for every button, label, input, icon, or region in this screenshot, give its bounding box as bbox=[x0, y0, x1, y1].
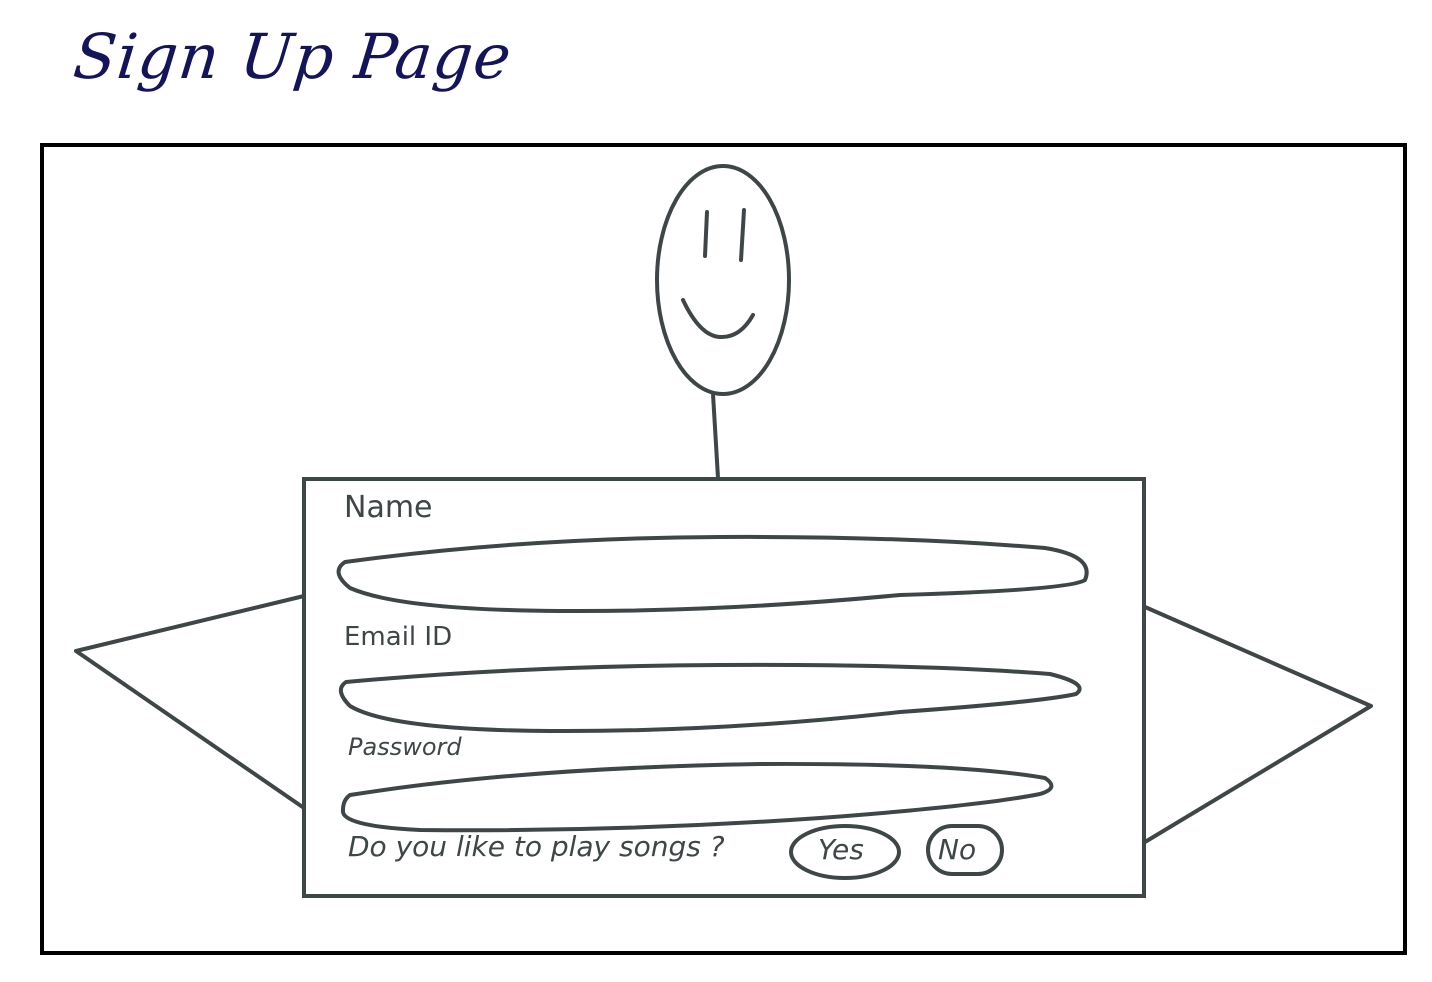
password-label: Password bbox=[348, 733, 462, 761]
email-label: Email ID bbox=[344, 622, 453, 652]
play-songs-question: Do you like to play songs ? bbox=[348, 830, 725, 863]
right-hand-shape bbox=[1143, 605, 1373, 844]
left-hand-shape bbox=[74, 594, 306, 810]
neck bbox=[711, 393, 720, 479]
yes-button[interactable]: Yes bbox=[818, 833, 864, 866]
smiley-face-icon bbox=[655, 164, 791, 396]
name-label: Name bbox=[344, 490, 433, 525]
name-input[interactable] bbox=[350, 550, 1084, 602]
right-eye bbox=[739, 208, 746, 262]
no-button[interactable]: No bbox=[938, 833, 976, 866]
email-input[interactable] bbox=[350, 672, 1074, 722]
left-eye bbox=[703, 210, 709, 258]
password-input[interactable] bbox=[350, 776, 1054, 824]
smile bbox=[681, 298, 755, 340]
